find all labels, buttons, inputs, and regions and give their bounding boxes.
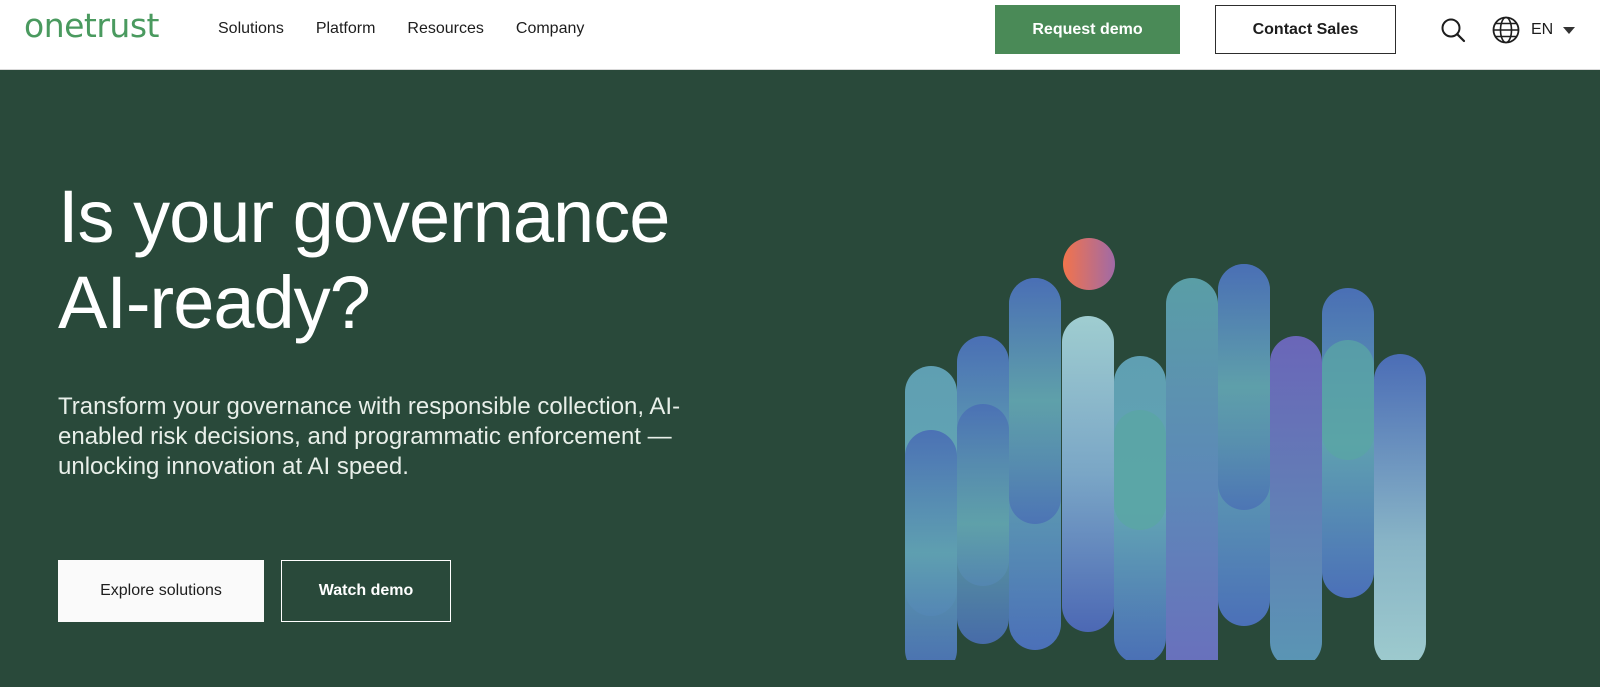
hero-illustration: [905, 238, 1426, 660]
nav-company[interactable]: Company: [516, 20, 584, 38]
nav-solutions[interactable]: Solutions: [218, 20, 284, 38]
chevron-down-icon: [1563, 26, 1576, 34]
headline-line-1: Is your governance: [58, 175, 670, 258]
hero-headline: Is your governance AI-ready?: [58, 174, 818, 346]
contact-sales-button[interactable]: Contact Sales: [1215, 5, 1396, 54]
orb-circle: [1063, 238, 1115, 290]
hero-subtext: Transform your governance with responsib…: [58, 393, 681, 480]
search-icon[interactable]: [1440, 17, 1466, 43]
watch-demo-button[interactable]: Watch demo: [281, 560, 451, 622]
request-demo-button[interactable]: Request demo: [995, 5, 1180, 54]
onetrust-logo[interactable]: onetrust: [24, 6, 159, 45]
nav-resources[interactable]: Resources: [407, 20, 483, 38]
hero-section: Is your governance AI-ready? Transform y…: [0, 70, 1600, 687]
main-nav: Solutions Platform Resources Company: [218, 0, 616, 58]
language-selector[interactable]: EN: [1491, 15, 1576, 45]
explore-solutions-button[interactable]: Explore solutions: [58, 560, 264, 622]
nav-platform[interactable]: Platform: [316, 20, 376, 38]
language-code: EN: [1531, 21, 1554, 38]
headline-line-2: AI-ready?: [58, 261, 371, 344]
globe-icon: [1492, 16, 1520, 44]
top-navigation-bar: onetrust Solutions Platform Resources Co…: [0, 0, 1600, 70]
